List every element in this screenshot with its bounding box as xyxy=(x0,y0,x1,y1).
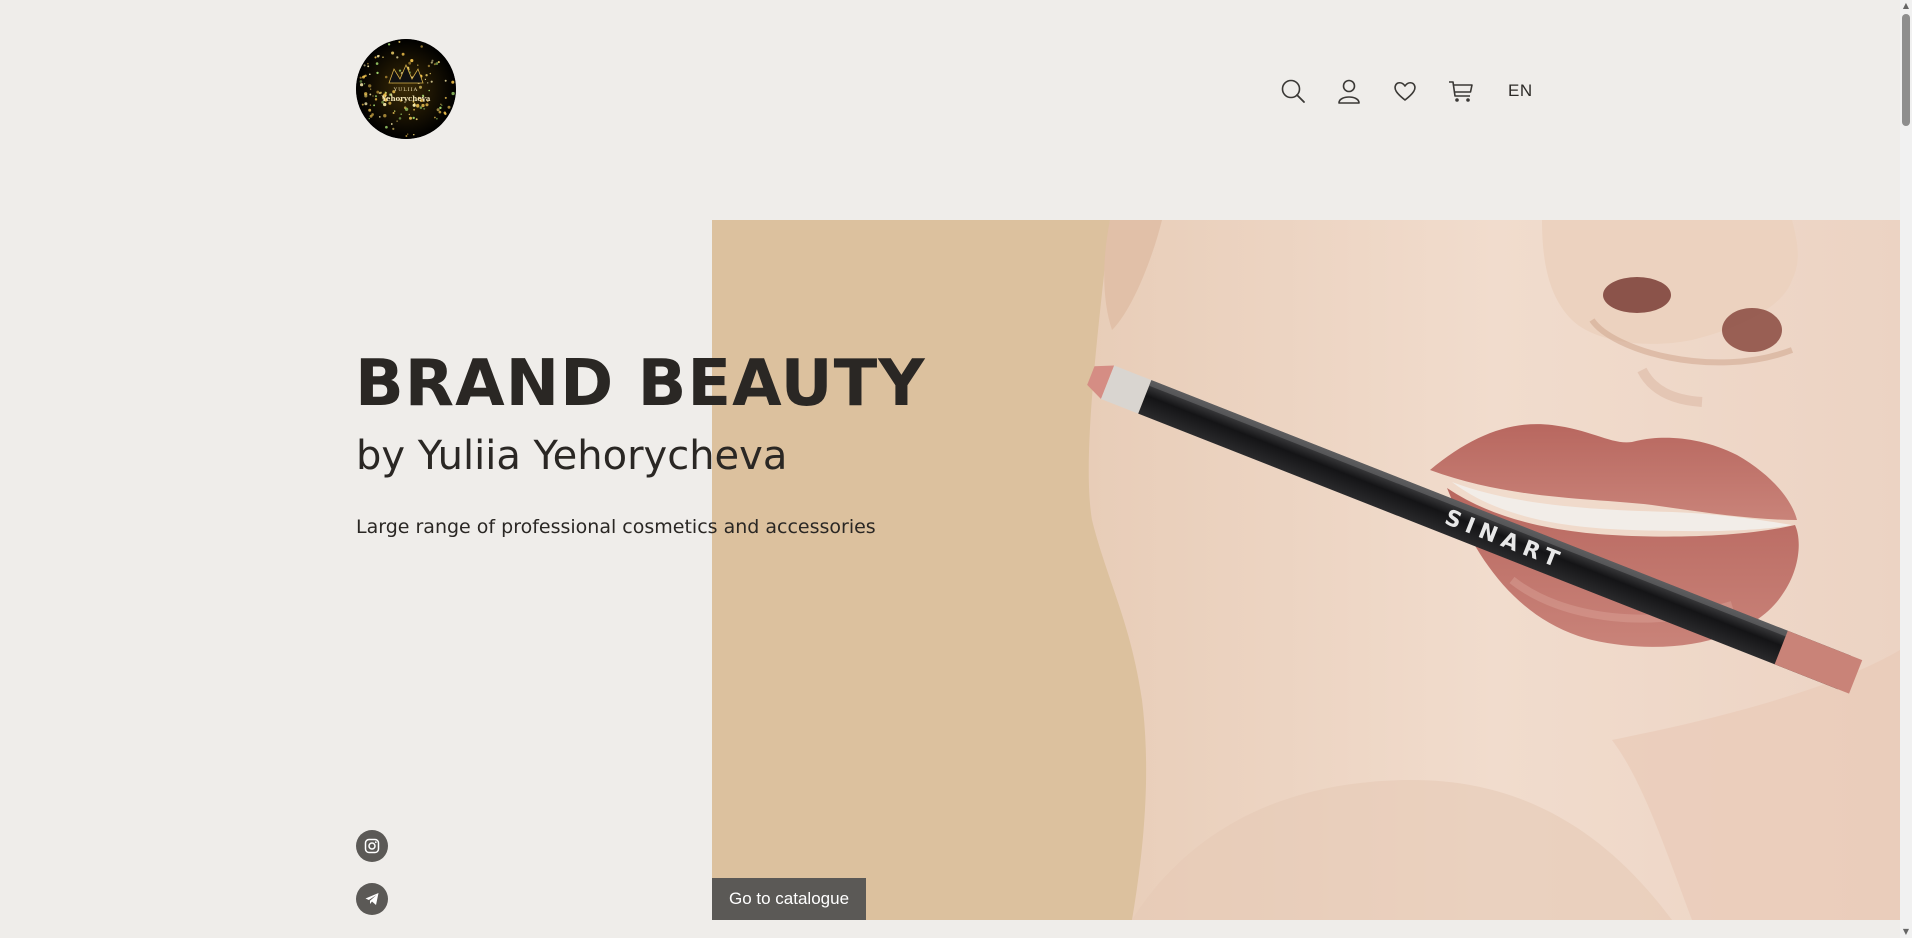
page-scrollbar[interactable]: ▲ ▼ xyxy=(1900,0,1912,938)
header-actions: EN xyxy=(1278,76,1533,106)
telegram-link[interactable] xyxy=(356,883,388,915)
language-selector[interactable]: EN xyxy=(1508,81,1533,101)
brand-logo[interactable]: YULIIA Yehorycheva xyxy=(356,39,456,139)
scroll-up-arrow-icon[interactable]: ▲ xyxy=(1902,2,1910,10)
instagram-icon xyxy=(364,838,380,854)
logo-text-line2: Yehorycheva xyxy=(356,95,456,102)
cart-icon[interactable] xyxy=(1446,76,1476,106)
instagram-link[interactable] xyxy=(356,830,388,862)
logo-text-line1: YULIIA xyxy=(356,88,456,93)
search-icon[interactable] xyxy=(1278,76,1308,106)
hero-illustration: SINART xyxy=(712,220,1900,920)
hero-title: BRAND BEAUTY xyxy=(355,352,926,416)
hero-description: Large range of professional cosmetics an… xyxy=(356,516,876,538)
scroll-down-arrow-icon[interactable]: ▼ xyxy=(1902,928,1910,936)
heart-icon[interactable] xyxy=(1390,76,1420,106)
telegram-icon xyxy=(364,891,380,907)
scrollbar-thumb[interactable] xyxy=(1902,14,1910,126)
go-to-catalogue-button[interactable]: Go to catalogue xyxy=(712,878,866,920)
page: YULIIA Yehorycheva EN SINART BRAND BEAUT… xyxy=(0,0,1912,938)
hero-subtitle: by Yuliia Yehorycheva xyxy=(356,436,787,476)
hero-image: SINART xyxy=(712,220,1900,920)
user-icon[interactable] xyxy=(1334,76,1364,106)
